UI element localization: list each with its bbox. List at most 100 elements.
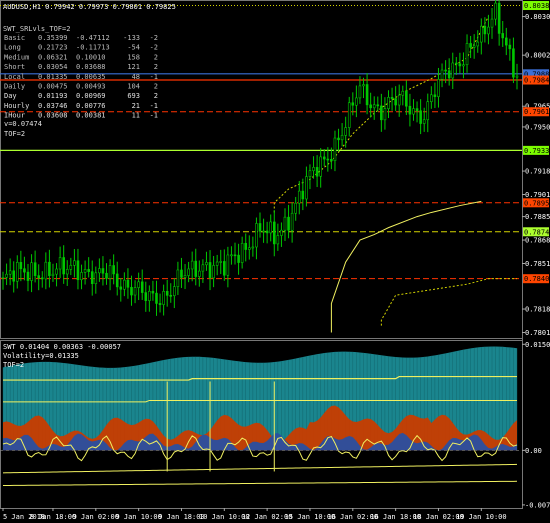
candle-body xyxy=(430,94,433,102)
indicator-row-v3: 121 xyxy=(127,63,140,71)
candle-body xyxy=(508,44,512,50)
price-axis-label: 0.78180 xyxy=(525,306,550,314)
candle-body xyxy=(287,216,290,231)
mt4-chart-window[interactable]: 0.803800.803000.800200.798850.798400.796… xyxy=(0,0,550,523)
candle-body xyxy=(394,98,397,106)
candle-body xyxy=(490,18,494,28)
candle-body xyxy=(176,269,180,287)
candle-body xyxy=(358,85,362,99)
candle-body xyxy=(501,33,505,39)
price-axis-label: 0.78850 xyxy=(525,213,550,221)
candle-body xyxy=(472,45,476,48)
candle-body xyxy=(237,254,240,263)
time-axis-label: 9 Jan 02:00 xyxy=(73,513,119,521)
candle-body xyxy=(415,108,419,112)
price-axis-label: 0.80020 xyxy=(525,52,550,60)
time-axis-label: 8 Jan 18:00 xyxy=(30,513,76,521)
candle-body xyxy=(247,247,251,250)
candle-body xyxy=(119,286,123,290)
indicator-row-label: Basic xyxy=(4,34,25,42)
candle-body xyxy=(365,84,369,106)
candle-body xyxy=(494,2,497,20)
indicator-row-v2: 0.00381 xyxy=(76,112,106,120)
candle-body xyxy=(190,260,194,270)
candle-body xyxy=(244,242,248,250)
candle-body xyxy=(48,261,51,276)
candle-body xyxy=(497,2,501,34)
candle-body xyxy=(426,101,430,121)
candle-body xyxy=(390,96,394,99)
indicator-row-v1: 0.01335 xyxy=(38,73,68,81)
candle-body xyxy=(115,273,119,288)
candle-body xyxy=(515,75,519,78)
candle-body xyxy=(51,273,55,276)
candle-body xyxy=(8,270,12,275)
candle-body xyxy=(308,170,312,177)
candle-body xyxy=(98,268,101,274)
candle-body xyxy=(280,229,283,236)
candle-body xyxy=(422,119,426,124)
candle-body xyxy=(26,271,30,281)
candle-body xyxy=(455,62,458,65)
indicator-row-v4: -1 xyxy=(150,112,158,120)
candle-body xyxy=(151,290,155,294)
price-axis-label: 0.78740 xyxy=(524,228,550,236)
price-axis-label: 0.80380 xyxy=(524,2,550,10)
candle-body xyxy=(351,102,355,106)
candle-body xyxy=(62,257,65,275)
indicator-row-v2: 0.10010 xyxy=(76,53,106,61)
candle-body xyxy=(73,260,76,266)
indicator-row-v2: 0.00776 xyxy=(76,102,106,110)
price-axis-label: 0.78950 xyxy=(524,199,550,207)
candle-body xyxy=(123,279,126,290)
candle-body xyxy=(226,254,230,276)
price-axis-label: 0.79330 xyxy=(524,147,550,155)
indicator-row-v4: -2 xyxy=(150,44,158,52)
candle-body xyxy=(105,272,108,279)
indicator-row-v1: 0.03608 xyxy=(38,112,68,120)
candle-body xyxy=(65,269,69,275)
price-axis-label: 0.78400 xyxy=(524,275,550,283)
candle-body xyxy=(133,287,137,296)
price-chart-canvas[interactable]: 0.803800.803000.800200.798850.798400.796… xyxy=(0,0,550,523)
candle-body xyxy=(23,268,26,273)
candle-body xyxy=(183,275,187,278)
price-axis-label: 0.79010 xyxy=(525,191,550,199)
candle-body xyxy=(276,235,280,245)
candle-body xyxy=(165,291,169,296)
candle-body xyxy=(408,105,412,115)
candle-body xyxy=(372,104,376,109)
candle-body xyxy=(383,108,387,121)
candle-body xyxy=(144,292,148,301)
indicator-row-v2: 0.00635 xyxy=(76,73,106,81)
candle-body xyxy=(40,277,44,280)
indicator-row-v3: 11 xyxy=(132,112,140,120)
candle-body xyxy=(80,272,83,281)
candle-body xyxy=(76,260,80,281)
candle-body xyxy=(419,110,422,124)
indicator-row-v2: 0.03688 xyxy=(76,63,106,71)
indicator-row-label: Hourly xyxy=(4,102,29,110)
candle-body xyxy=(440,69,444,80)
candle-body xyxy=(465,43,469,66)
candle-body xyxy=(330,158,333,161)
candle-body xyxy=(1,276,5,279)
price-axis-label: 0.78680 xyxy=(525,237,550,245)
time-axis-label: 9 Jan 10:00 xyxy=(115,513,161,521)
candle-body xyxy=(140,281,144,293)
candle-body xyxy=(387,96,390,109)
candle-body xyxy=(326,158,330,161)
candle-body xyxy=(283,216,287,231)
candle-body xyxy=(194,260,198,277)
candle-body xyxy=(315,167,319,177)
candle-body xyxy=(12,270,16,282)
candle-body xyxy=(405,90,408,107)
candle-body xyxy=(33,262,37,276)
price-axis-label: 0.78515 xyxy=(525,260,550,268)
indicator-row-v4: 2 xyxy=(154,53,158,61)
candle-body xyxy=(208,262,212,279)
candle-body xyxy=(180,269,183,278)
candle-body xyxy=(215,261,219,266)
sub-header-line3: TOF=2 xyxy=(3,361,24,369)
candle-body xyxy=(347,102,351,128)
